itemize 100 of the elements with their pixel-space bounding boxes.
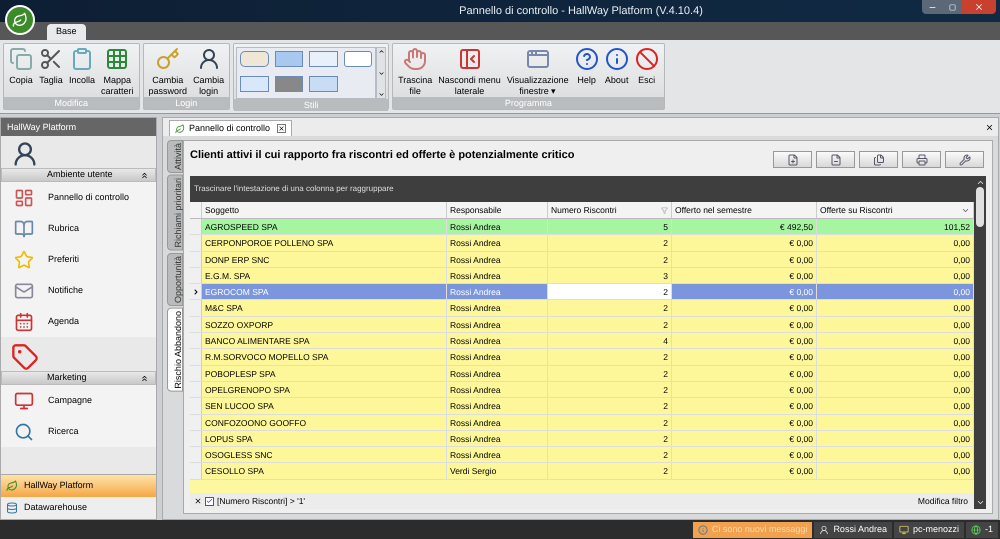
- panel-title: Clienti attivi il cui rapporto fra riscontri ed offerte è potenzialmente critico: [190, 148, 574, 163]
- table-row[interactable]: AGROSPEED SPA Rossi Andrea 5 € 492,50 101,52: [190, 219, 974, 236]
- table-cell: Rossi Andrea: [447, 398, 548, 414]
- group-header[interactable]: Ambiente utente: [1, 168, 156, 182]
- ribbon-button[interactable]: Esci: [632, 47, 662, 86]
- collapse-icon: [140, 170, 149, 180]
- toolbar-button[interactable]: [902, 151, 941, 168]
- toolbar-button[interactable]: [945, 151, 984, 168]
- table-row[interactable]: LOPUS SPA Rossi Andrea 2 € 0,00 0,00: [190, 430, 974, 448]
- ribbon-button[interactable]: Taglia: [36, 47, 66, 86]
- table-cell: € 0,00: [672, 333, 817, 348]
- sidebar-item[interactable]: Preferiti: [1, 244, 156, 275]
- filter-icon[interactable]: [661, 206, 668, 214]
- table-row[interactable]: DONP ERP SNC Rossi Andrea 2 € 0,00 0,00: [190, 252, 974, 268]
- calendar-icon: [14, 312, 34, 332]
- ribbon-button[interactable]: Help: [572, 47, 602, 86]
- column-header[interactable]: Soggetto: [202, 202, 447, 218]
- close-tab-icon[interactable]: [277, 124, 286, 133]
- scroll-down-icon[interactable]: [976, 498, 984, 507]
- module-button[interactable]: HallWay Platform: [1, 475, 156, 497]
- scroll-down-icon: [378, 70, 385, 76]
- ribbon-button[interactable]: About: [602, 47, 632, 86]
- table-cell: Rossi Andrea: [447, 235, 548, 251]
- table-cell: 2: [548, 414, 672, 430]
- table-row[interactable]: CESOLLO SPA Verdi Sergio 2 € 0,00 0,00: [190, 463, 974, 480]
- table-row[interactable]: POBOPLESP SPA Rossi Andrea 2 € 0,00 0,00: [190, 366, 974, 382]
- sidebar-item[interactable]: Campagne: [1, 385, 156, 416]
- new-document-icon: [786, 154, 798, 166]
- hand-icon: [403, 47, 428, 71]
- ribbon-button[interactable]: Nascondi menu laterale: [435, 47, 504, 97]
- clear-filter-icon[interactable]: [194, 497, 202, 505]
- document-tab[interactable]: Pannello di controllo: [169, 120, 292, 136]
- ribbon-button[interactable]: Cambia login: [190, 47, 228, 97]
- edit-filter-link[interactable]: Modifica filtro: [918, 494, 970, 508]
- table-row[interactable]: SOZZO OXPORP Rossi Andrea 2 € 0,00 0,00: [190, 316, 974, 334]
- leaf-icon: [6, 480, 18, 492]
- column-header[interactable]: Offerto nel semestre: [672, 202, 817, 218]
- side-tab[interactable]: Richiami prioritari: [167, 175, 183, 251]
- close-icon[interactable]: [985, 122, 994, 132]
- table-cell: 2: [548, 463, 672, 479]
- table-row[interactable]: OPELGRENOPO SPA Rossi Andrea 2 € 0,00 0,00: [190, 382, 974, 398]
- table-cell: Rossi Andrea: [447, 366, 548, 381]
- table-row[interactable]: CONFOZOONO GOOFFO Rossi Andrea 2 € 0,00 0,00: [190, 414, 974, 431]
- group-header[interactable]: Marketing: [1, 371, 156, 385]
- side-tab[interactable]: Attività: [167, 140, 183, 174]
- table-cell: M&C SPA: [202, 300, 447, 316]
- table-cell: € 0,00: [672, 284, 817, 300]
- side-tab[interactable]: Opportunità: [167, 252, 183, 306]
- leaf-icon: [175, 124, 185, 134]
- scroll-up-icon[interactable]: [976, 178, 984, 187]
- close-button[interactable]: [962, 0, 996, 14]
- table-cell: BANCO ALIMENTARE SPA: [202, 333, 447, 348]
- status-item[interactable]: pc-menozzi: [894, 522, 964, 538]
- maximize-icon: [948, 4, 956, 10]
- table-cell: Rossi Andrea: [447, 414, 548, 430]
- table-row[interactable]: E.G.M. SPA Rossi Andrea 3 € 0,00 0,00: [190, 268, 974, 284]
- clipboard-icon: [70, 47, 94, 71]
- table-row[interactable]: CERPONPOROE POLLENO SPA Rossi Andrea 2 € 0,00 0,00: [190, 235, 974, 252]
- toolbar-button[interactable]: [773, 151, 812, 168]
- sidebar-item[interactable]: Agenda: [1, 306, 156, 337]
- minimize-button[interactable]: [922, 0, 942, 14]
- table-row[interactable]: R.M.SORVOCO MOPELLO SPA Rossi Andrea 2 € 0,00 0,00: [190, 349, 974, 366]
- module-button[interactable]: Datawarehouse: [1, 497, 156, 519]
- table-cell: € 0,00: [672, 430, 817, 446]
- ribbon-button[interactable]: Incolla: [66, 47, 98, 86]
- table-row[interactable]: OSOGLESS SNC Rossi Andrea 2 € 0,00 0,00: [190, 447, 974, 464]
- app-logo: [5, 5, 35, 35]
- monitor-icon: [14, 390, 34, 410]
- status-item[interactable]: -1: [966, 522, 998, 538]
- ribbon-button[interactable]: Cambia password: [146, 47, 190, 97]
- filter-checkbox[interactable]: [205, 496, 214, 506]
- toolbar-button[interactable]: [859, 151, 898, 168]
- sidebar-title: HallWay Platform: [1, 118, 156, 136]
- gallery-scrollbar[interactable]: [376, 47, 386, 99]
- ribbon-button[interactable]: Copia: [6, 47, 36, 86]
- table-row[interactable]: BANCO ALIMENTARE SPA Rossi Andrea 4 € 0,00 0,00: [190, 333, 974, 350]
- sidebar-item[interactable]: Pannello di controllo: [1, 182, 156, 213]
- column-header[interactable]: Responsabile: [447, 202, 548, 218]
- scroll-thumb[interactable]: [976, 187, 984, 227]
- table-cell: Rossi Andrea: [447, 430, 548, 446]
- ribbon-button[interactable]: Trascina file: [395, 47, 436, 97]
- table-row[interactable]: M&C SPA Rossi Andrea 2 € 0,00 0,00: [190, 300, 974, 317]
- computer-icon: [898, 524, 909, 534]
- ribbon-button[interactable]: Mappa caratteri: [98, 47, 137, 97]
- table-cell: 2: [548, 430, 672, 446]
- toolbar-button[interactable]: [816, 151, 855, 168]
- ribbon-tab[interactable]: Base: [47, 24, 86, 40]
- sidebar-item[interactable]: Rubrica: [1, 213, 156, 244]
- maximize-button[interactable]: [942, 0, 962, 14]
- sidebar-item[interactable]: Ricerca: [1, 416, 156, 447]
- row-indicator[interactable]: [190, 284, 202, 300]
- sidebar-item[interactable]: Notifiche: [1, 275, 156, 306]
- ribbon-button[interactable]: Visualizzazione finestre ▾: [504, 47, 572, 97]
- table-row[interactable]: SEN LUCOO SPA Rossi Andrea 2 € 0,00 0,00: [190, 398, 974, 415]
- column-header[interactable]: Numero Riscontri: [548, 202, 672, 218]
- side-tab[interactable]: Rischio Abbandono: [167, 308, 183, 392]
- collapse-icon: [140, 374, 149, 382]
- status-item[interactable]: Rossi Andrea: [814, 522, 892, 538]
- table-row[interactable]: EGROCOM SPA Rossi Andrea 2 € 0,00 0,00: [190, 284, 974, 300]
- style-gallery[interactable]: [236, 47, 376, 99]
